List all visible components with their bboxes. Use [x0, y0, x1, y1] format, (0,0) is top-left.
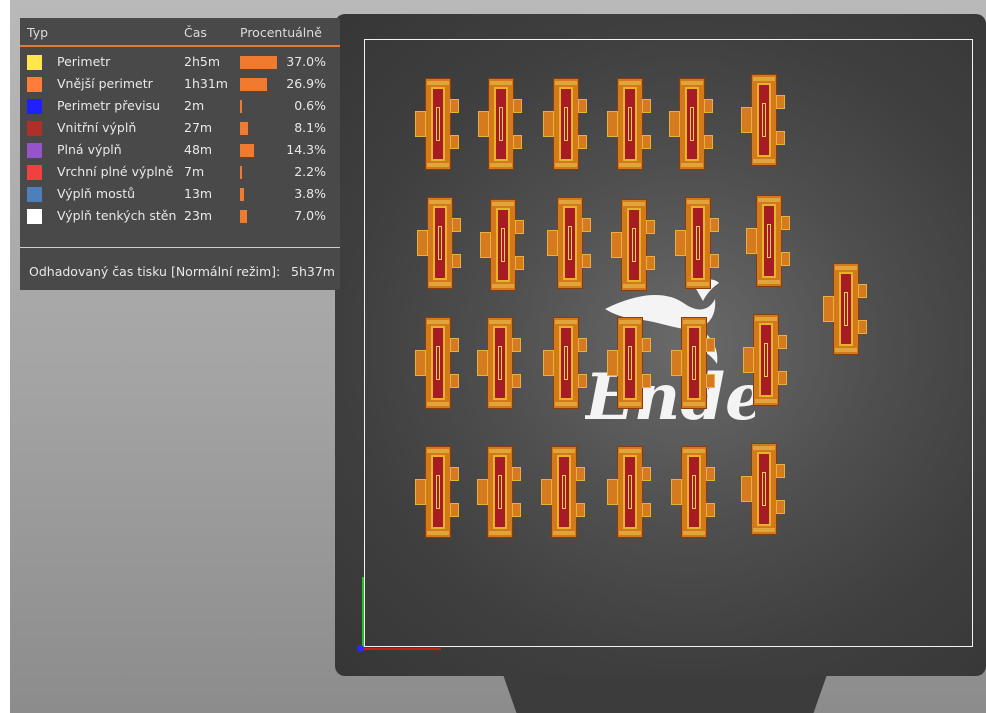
feature-name: Plná výplň — [57, 142, 122, 157]
legend-panel: Typ Čas Procentuálně Perimetr 2h5m 37.0%… — [20, 18, 340, 290]
printed-part[interactable] — [547, 197, 591, 289]
printed-part[interactable] — [743, 314, 787, 406]
legend-divider — [20, 247, 340, 248]
printed-part[interactable] — [671, 317, 715, 409]
estimated-time-label: Odhadovaný čas tisku [Normální režim]: — [29, 264, 281, 279]
feature-time: 23m — [184, 208, 213, 223]
header-time: Čas — [184, 25, 207, 40]
printed-part[interactable] — [543, 78, 587, 170]
percent-bar — [240, 78, 267, 91]
x-axis-indicator — [363, 648, 441, 650]
legend-row-perimeter: Perimetr 2h5m 37.0% — [20, 51, 340, 73]
feature-percent: 14.3% — [286, 142, 326, 157]
feature-percent: 0.6% — [294, 98, 326, 113]
printed-part[interactable] — [823, 263, 867, 355]
feature-percent: 2.2% — [294, 164, 326, 179]
legend-row-overhang-perimeter: Perimetr převisu 2m 0.6% — [20, 95, 340, 117]
printed-part[interactable] — [611, 199, 655, 291]
percent-bar — [240, 56, 277, 69]
legend-row-solid-infill: Plná výplň 48m 14.3% — [20, 139, 340, 161]
percent-bar — [240, 188, 244, 201]
feature-percent: 37.0% — [286, 54, 326, 69]
feature-percent: 3.8% — [294, 186, 326, 201]
printed-part[interactable] — [417, 197, 461, 289]
y-axis-indicator — [362, 577, 364, 649]
printed-part[interactable] — [415, 317, 459, 409]
feature-time: 7m — [184, 164, 205, 179]
legend-row-bridge-infill: Výplň mostů 13m 3.8% — [20, 183, 340, 205]
printed-part[interactable] — [741, 443, 785, 535]
legend-row-gap-fill: Výplň tenkých stěn 23m 7.0% — [20, 205, 340, 227]
printed-part[interactable] — [746, 195, 790, 287]
color-swatch — [27, 143, 42, 158]
feature-name: Vnější perimetr — [57, 76, 153, 91]
printed-part[interactable] — [675, 197, 719, 289]
percent-bar — [240, 210, 247, 223]
legend-row-internal-infill: Vnitřní výplň 27m 8.1% — [20, 117, 340, 139]
percent-bar — [240, 166, 242, 179]
feature-percent: 7.0% — [294, 208, 326, 223]
header-type: Typ — [27, 25, 49, 40]
feature-name: Perimetr — [57, 54, 111, 69]
feature-time: 2m — [184, 98, 205, 113]
printed-part[interactable] — [669, 78, 713, 170]
printed-part[interactable] — [607, 78, 651, 170]
percent-bar — [240, 122, 248, 135]
printed-part[interactable] — [607, 446, 651, 538]
feature-percent: 8.1% — [294, 120, 326, 135]
color-swatch — [27, 209, 42, 224]
z-axis-indicator — [357, 645, 364, 652]
feature-time: 1h31m — [184, 76, 228, 91]
legend-row-external-perimeter: Vnější perimetr 1h31m 26.9% — [20, 73, 340, 95]
printed-part[interactable] — [415, 78, 459, 170]
color-swatch — [27, 99, 42, 114]
header-percent: Procentuálně — [240, 25, 322, 40]
feature-time: 48m — [184, 142, 213, 157]
feature-time: 27m — [184, 120, 213, 135]
color-swatch — [27, 77, 42, 92]
3d-viewport[interactable]: Ender Typ Čas Procentuálně Perimetr 2h5m… — [10, 0, 986, 713]
feature-name: Výplň mostů — [57, 186, 136, 201]
printed-part[interactable] — [543, 317, 587, 409]
printed-part[interactable] — [480, 199, 524, 291]
feature-time: 2h5m — [184, 54, 221, 69]
printed-part[interactable] — [671, 446, 715, 538]
header-divider — [20, 45, 340, 47]
printed-part[interactable] — [741, 74, 785, 166]
feature-percent: 26.9% — [286, 76, 326, 91]
print-bed: Ender — [335, 14, 986, 676]
percent-bar — [240, 100, 242, 113]
printed-part[interactable] — [415, 446, 459, 538]
color-swatch — [27, 187, 42, 202]
percent-bar — [240, 144, 254, 157]
color-swatch — [27, 165, 42, 180]
estimated-time-value: 5h37m — [291, 264, 335, 279]
color-swatch — [27, 55, 42, 70]
feature-name: Výplň tenkých stěn — [57, 208, 177, 223]
printed-part[interactable] — [477, 317, 521, 409]
feature-time: 13m — [184, 186, 213, 201]
printed-part[interactable] — [541, 446, 585, 538]
printed-part[interactable] — [607, 317, 651, 409]
printed-part[interactable] — [478, 78, 522, 170]
color-swatch — [27, 121, 42, 136]
feature-name: Vnitřní výplň — [57, 120, 137, 135]
feature-name: Vrchní plné výplně — [57, 164, 174, 179]
printed-part[interactable] — [477, 446, 521, 538]
feature-name: Perimetr převisu — [57, 98, 161, 113]
legend-row-top-solid-infill: Vrchní plné výplně 7m 2.2% — [20, 161, 340, 183]
